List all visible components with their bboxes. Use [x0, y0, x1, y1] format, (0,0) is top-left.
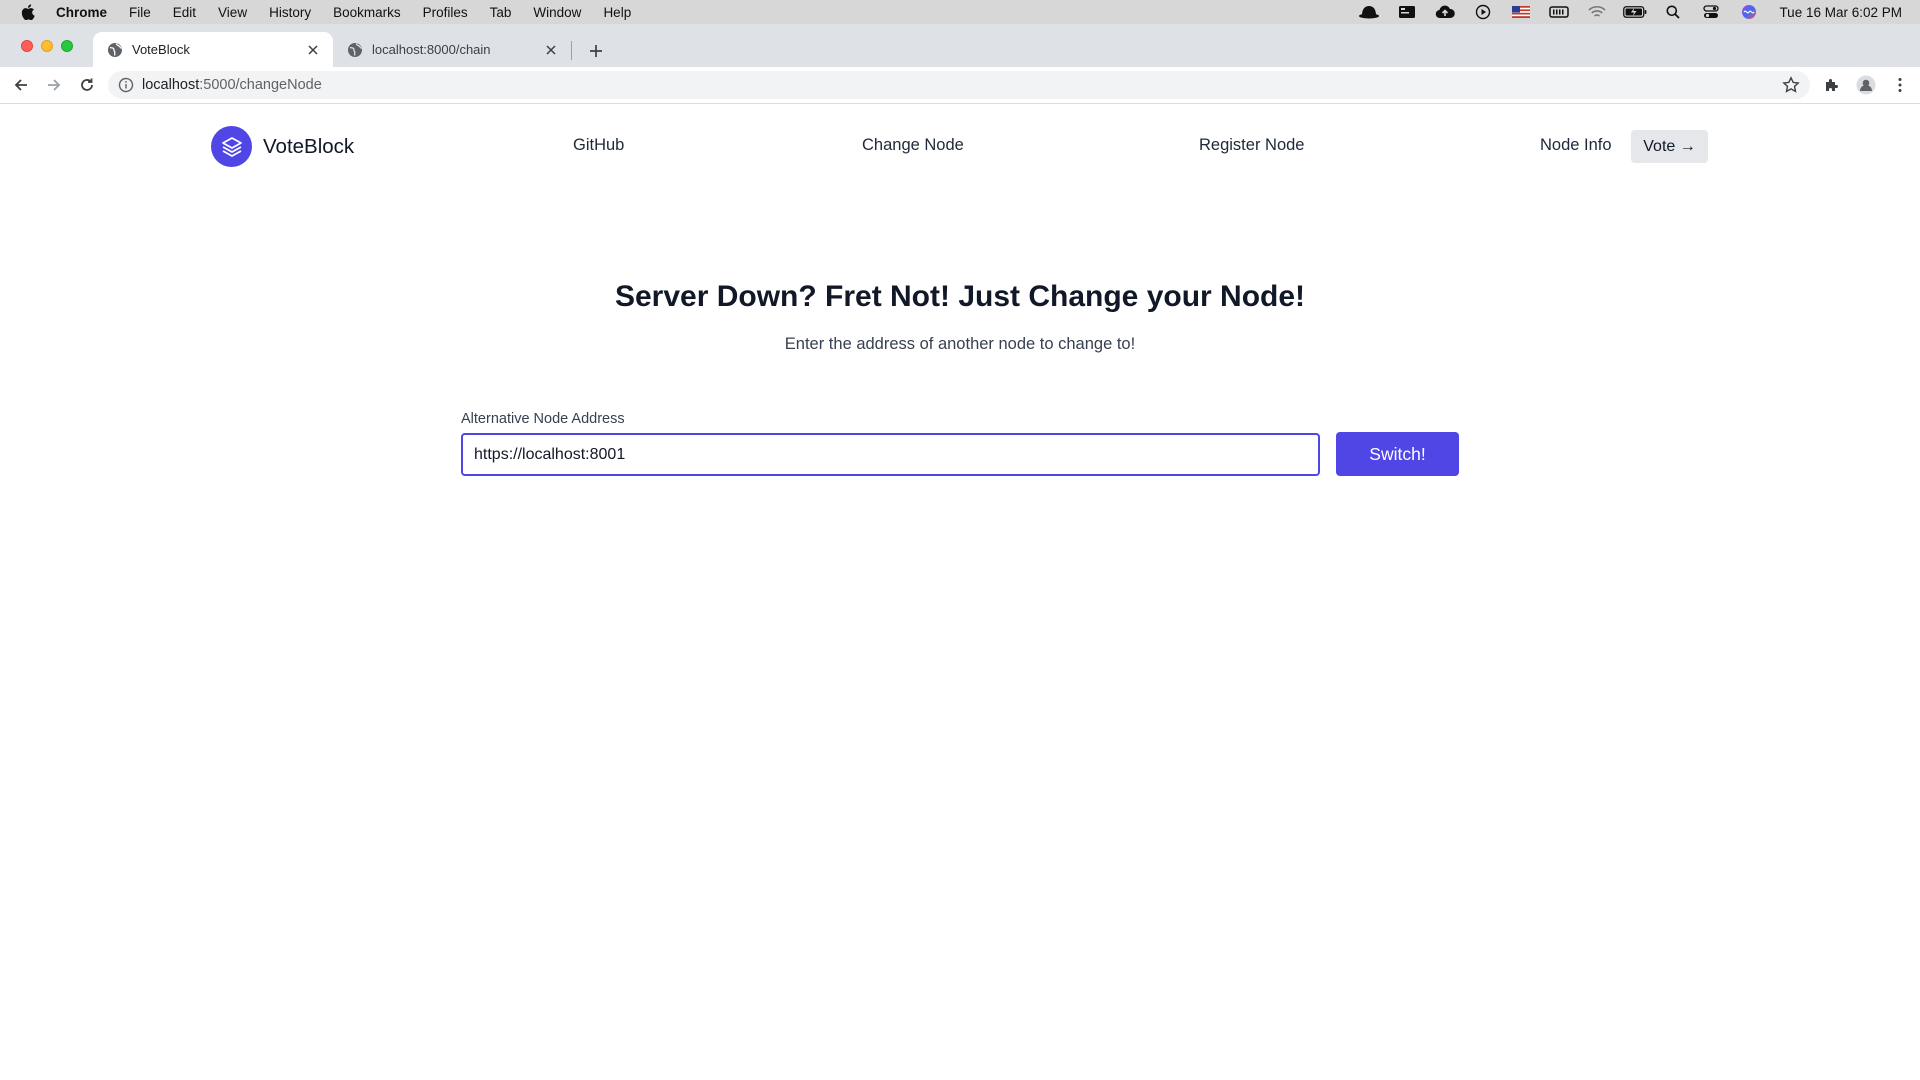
address-bar[interactable]: localhost:5000/changeNode: [108, 71, 1810, 99]
play-icon[interactable]: [1471, 4, 1495, 20]
screen-icon[interactable]: [1395, 4, 1419, 20]
page-title: Server Down? Fret Not! Just Change your …: [614, 280, 1306, 313]
nav-github[interactable]: GitHub: [573, 136, 624, 155]
menu-bookmarks[interactable]: Bookmarks: [322, 5, 412, 20]
wifi-icon[interactable]: [1585, 4, 1609, 20]
hat-icon[interactable]: [1357, 4, 1381, 20]
menu-file[interactable]: File: [118, 5, 162, 20]
browser-tab-chain[interactable]: localhost:8000/chain: [333, 32, 571, 67]
control-center-icon[interactable]: [1699, 4, 1723, 20]
us-flag-icon[interactable]: [1509, 4, 1533, 20]
cloud-upload-icon[interactable]: [1433, 4, 1457, 20]
arrow-left-icon: [14, 79, 27, 91]
nav-node-info[interactable]: Node Info: [1540, 136, 1612, 155]
node-address-label: Alternative Node Address: [461, 411, 625, 427]
puzzle-icon: [1826, 79, 1838, 91]
menubar-clock[interactable]: Tue 16 Mar 6:02 PM: [1779, 5, 1902, 20]
tab-separator: [571, 41, 572, 60]
profile-avatar-icon: [1856, 75, 1876, 95]
kebab-menu-icon: [1898, 78, 1902, 92]
brand-name: VoteBlock: [263, 134, 355, 158]
siri-icon[interactable]: [1737, 4, 1761, 20]
window-controls: [21, 40, 73, 52]
back-button[interactable]: [9, 73, 33, 97]
menu-history[interactable]: History: [258, 5, 322, 20]
browser-toolbar: localhost:5000/changeNode: [0, 67, 1920, 104]
extensions-button[interactable]: [1820, 73, 1844, 97]
globe-icon: [348, 42, 362, 57]
close-tab-icon[interactable]: [543, 42, 559, 58]
os-menubar: Chrome File Edit View History Bookmarks …: [0, 0, 1920, 24]
menu-tab[interactable]: Tab: [479, 5, 523, 20]
tab-title: VoteBlock: [132, 42, 190, 57]
menu-window[interactable]: Window: [522, 5, 592, 20]
browser-tab-voteblock[interactable]: VoteBlock: [93, 32, 333, 67]
memory-icon[interactable]: [1547, 4, 1571, 20]
menu-edit[interactable]: Edit: [162, 5, 207, 20]
bookmark-star-icon[interactable]: [1782, 76, 1800, 94]
reload-icon: [81, 78, 93, 91]
menu-app-name[interactable]: Chrome: [56, 5, 118, 20]
minimize-window-button[interactable]: [41, 40, 53, 52]
profile-button[interactable]: [1854, 73, 1878, 97]
plus-icon: [590, 45, 602, 57]
menu-view[interactable]: View: [207, 5, 258, 20]
nav-register-node[interactable]: Register Node: [1199, 136, 1304, 155]
url-host: localhost: [142, 77, 200, 93]
url-path: :5000/changeNode: [199, 77, 322, 93]
maximize-window-button[interactable]: [61, 40, 73, 52]
page-content: VoteBlock GitHub Change Node Register No…: [0, 104, 1920, 1080]
site-navbar: VoteBlock GitHub Change Node Register No…: [211, 124, 1708, 170]
stack-layers-icon: [211, 126, 252, 167]
node-address-input[interactable]: [461, 433, 1320, 476]
reload-button[interactable]: [75, 73, 99, 97]
apple-icon[interactable]: [0, 4, 56, 20]
menu-help[interactable]: Help: [592, 5, 642, 20]
search-icon[interactable]: [1661, 4, 1685, 20]
browser-tabstrip: VoteBlock localhost:8000/chain: [0, 24, 1920, 67]
menu-profiles[interactable]: Profiles: [412, 5, 479, 20]
brand-link[interactable]: VoteBlock: [211, 126, 354, 167]
close-tab-icon[interactable]: [305, 42, 321, 58]
browser-menu-button[interactable]: [1888, 73, 1912, 97]
switch-button[interactable]: Switch!: [1336, 432, 1459, 476]
close-window-button[interactable]: [21, 40, 33, 52]
forward-button[interactable]: [42, 73, 66, 97]
tab-title: localhost:8000/chain: [372, 42, 491, 57]
vote-button[interactable]: Vote →: [1631, 130, 1708, 163]
arrow-right-icon: [48, 79, 61, 91]
page-subtitle: Enter the address of another node to cha…: [784, 335, 1136, 353]
new-tab-button[interactable]: [584, 39, 608, 63]
info-icon[interactable]: [118, 77, 134, 93]
globe-icon: [108, 42, 122, 57]
nav-change-node[interactable]: Change Node: [862, 136, 964, 155]
battery-icon[interactable]: [1623, 4, 1647, 20]
